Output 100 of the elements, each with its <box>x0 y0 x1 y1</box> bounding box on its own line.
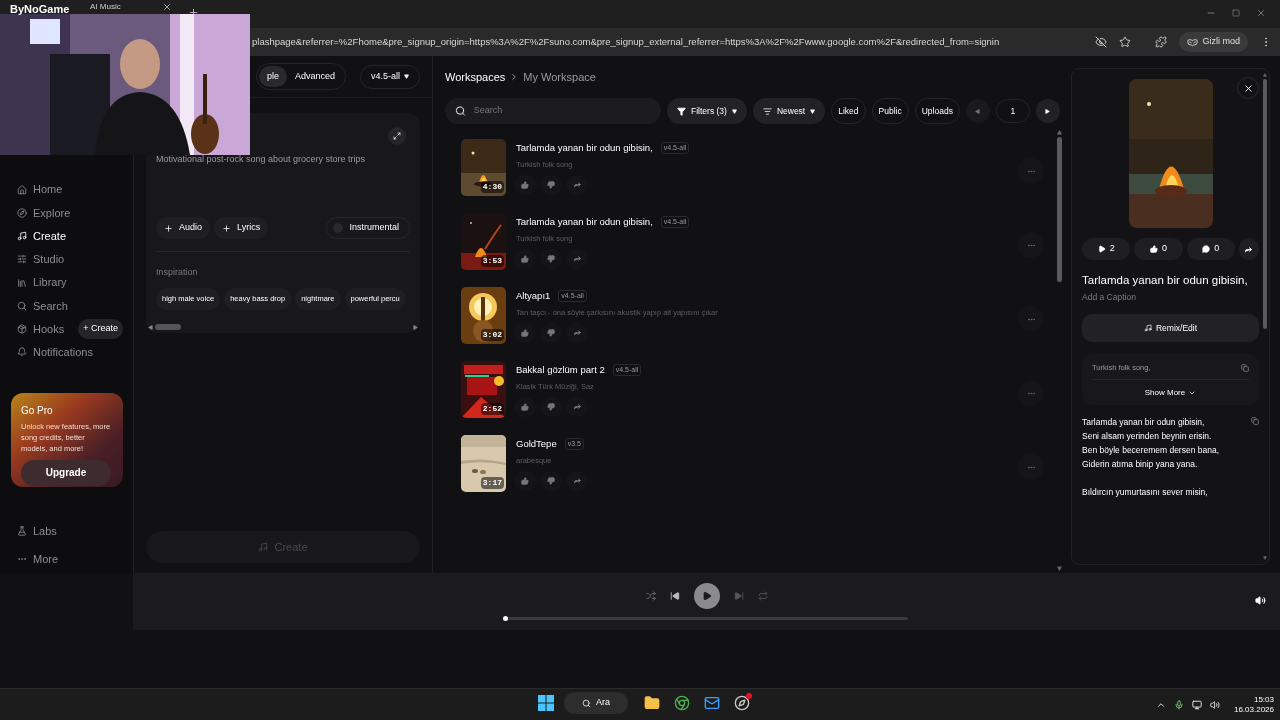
sidebar-item[interactable]: Notifications <box>17 344 93 361</box>
close-icon[interactable] <box>1256 8 1266 18</box>
sidebar-item[interactable]: Search <box>17 297 68 315</box>
dislike-button[interactable] <box>540 322 562 343</box>
windows-logo-icon[interactable] <box>538 695 554 711</box>
show-more-button[interactable]: Show More <box>1092 387 1249 400</box>
taskbar-search[interactable]: Ara <box>564 692 628 714</box>
add-button[interactable]: Audio <box>156 217 211 239</box>
caret-icon <box>810 108 816 114</box>
like-button[interactable] <box>514 174 536 195</box>
sidebar-item[interactable]: Library <box>17 274 67 291</box>
play-icon <box>1097 245 1106 253</box>
volume-icon[interactable] <box>1209 699 1220 710</box>
sidebar-item[interactable]: Home <box>17 181 63 198</box>
share-button[interactable] <box>1239 238 1259 260</box>
progress-thumb[interactable] <box>503 616 508 621</box>
thumbs-up-icon <box>521 402 529 411</box>
scroll-left-icon[interactable] <box>148 324 153 330</box>
eye-off-icon[interactable] <box>1095 36 1108 48</box>
next-page-button[interactable] <box>1035 99 1060 123</box>
scroll-right-icon[interactable] <box>413 324 418 330</box>
clock-time[interactable]: 15:03 <box>1253 694 1274 705</box>
thumbs-up-icon <box>521 180 529 189</box>
sidebar-item[interactable]: Explore <box>17 204 71 222</box>
thumbs-down-icon <box>547 476 555 485</box>
comment-count-button[interactable]: 0 <box>1186 238 1235 260</box>
close-icon[interactable] <box>162 2 172 12</box>
breadcrumb-link[interactable]: Workspaces <box>445 68 506 86</box>
sidebar-item[interactable]: More <box>17 545 123 574</box>
scroll-down-icon[interactable] <box>1056 566 1062 571</box>
like-button[interactable] <box>514 322 536 343</box>
extensions-icon[interactable] <box>1155 36 1168 48</box>
remix-button[interactable]: Remix/Edit <box>1082 314 1259 342</box>
share-icon <box>1244 244 1254 254</box>
tab-title[interactable]: AI Music <box>90 2 121 12</box>
browser-icon[interactable] <box>674 695 690 711</box>
like-button[interactable] <box>514 248 536 269</box>
expand-button[interactable] <box>388 127 406 145</box>
flask-icon <box>17 526 27 537</box>
song-title[interactable]: Tarlamda yanan bir odun gibisin, <box>516 215 653 230</box>
lyric-line: Tarlamda yanan bir odun gibisin, <box>1082 416 1206 430</box>
prompt-text[interactable]: Motivational post-rock song about grocery store trips <box>156 153 410 217</box>
copy-icon[interactable] <box>1251 417 1259 426</box>
mode-tab[interactable]: Advanced <box>287 65 344 88</box>
mic-icon[interactable] <box>1173 699 1184 710</box>
scroll-up-icon[interactable] <box>1262 73 1267 77</box>
volume-icon[interactable] <box>1255 595 1266 606</box>
play-button[interactable] <box>693 583 720 609</box>
filter-icon <box>677 106 686 116</box>
add-button[interactable]: Lyrics <box>214 217 269 239</box>
song-title[interactable]: Bakkal gözlüm part 2 <box>516 363 605 378</box>
search-input[interactable]: Search <box>473 104 651 118</box>
thumbs-down-icon <box>547 180 555 189</box>
dislike-button[interactable] <box>540 396 562 417</box>
bookmark-star-icon[interactable] <box>1119 36 1132 48</box>
progress-track[interactable] <box>505 617 908 620</box>
play-count-button[interactable]: 2 <box>1082 238 1131 260</box>
previous-icon[interactable] <box>669 591 680 601</box>
mail-icon[interactable] <box>704 695 720 711</box>
dislike-button[interactable] <box>540 248 562 269</box>
lyric-line: Ben böyle beceremem dersen bana, <box>1082 444 1220 458</box>
scrollbar-thumb[interactable] <box>1262 79 1267 329</box>
clock-date[interactable]: 16.03.2026 <box>1233 704 1274 715</box>
filters-button[interactable]: Filters (3) <box>667 98 747 124</box>
sidebar-item[interactable]: Create <box>17 227 67 245</box>
sidebar-item[interactable]: Studio <box>17 251 65 268</box>
mode-tab[interactable]: ple <box>259 65 287 88</box>
create-hook-button[interactable]: + Create <box>78 319 123 339</box>
url-text[interactable]: plashpage&referrer=%2Fhome&pre_signup_origin=https%3A%2F%2Fsuno.com&pre_signup_external_referrer=https%3A%2F%2Fwww.google.com%2F&redirected_from=signin <box>252 34 1084 50</box>
network-icon[interactable] <box>1191 699 1202 710</box>
sort-button[interactable]: Newest <box>752 98 826 124</box>
shuffle-icon[interactable] <box>645 591 656 601</box>
app-icon[interactable] <box>734 695 750 711</box>
home-icon <box>17 184 27 195</box>
scroll-down-icon[interactable] <box>1262 556 1267 560</box>
song-title[interactable]: Altyapı1 <box>516 289 551 304</box>
scrollbar-thumb[interactable] <box>1056 137 1062 282</box>
dislike-button[interactable] <box>540 174 562 195</box>
next-icon[interactable] <box>733 591 744 601</box>
like-button[interactable] <box>514 396 536 417</box>
comment-icon <box>1202 245 1211 253</box>
sidebar-item[interactable]: Hooks <box>17 320 65 338</box>
incognito-badge[interactable]: Gizli mod <box>1179 32 1248 52</box>
like-count-button[interactable]: 0 <box>1134 238 1183 260</box>
sidebar-item[interactable]: Labs <box>17 517 123 546</box>
dislike-button[interactable] <box>540 470 562 491</box>
song-title[interactable]: GoldTepe <box>516 437 557 452</box>
song-title[interactable]: Tarlamda yanan bir odun gibisin, <box>516 141 653 156</box>
scrollbar-thumb[interactable] <box>155 324 181 330</box>
upgrade-button[interactable]: Upgrade <box>21 459 111 486</box>
scroll-up-icon[interactable] <box>1056 130 1062 135</box>
share-icon <box>572 402 582 411</box>
folder-icon[interactable] <box>644 695 660 711</box>
caption-field[interactable]: Add a Caption <box>1082 291 1259 304</box>
search-field[interactable]: Search <box>445 98 661 124</box>
search-icon <box>582 698 591 708</box>
like-button[interactable] <box>514 470 536 491</box>
maximize-icon[interactable] <box>1232 9 1240 17</box>
caret-left-icon <box>975 108 981 114</box>
copy-icon[interactable] <box>1241 363 1249 372</box>
